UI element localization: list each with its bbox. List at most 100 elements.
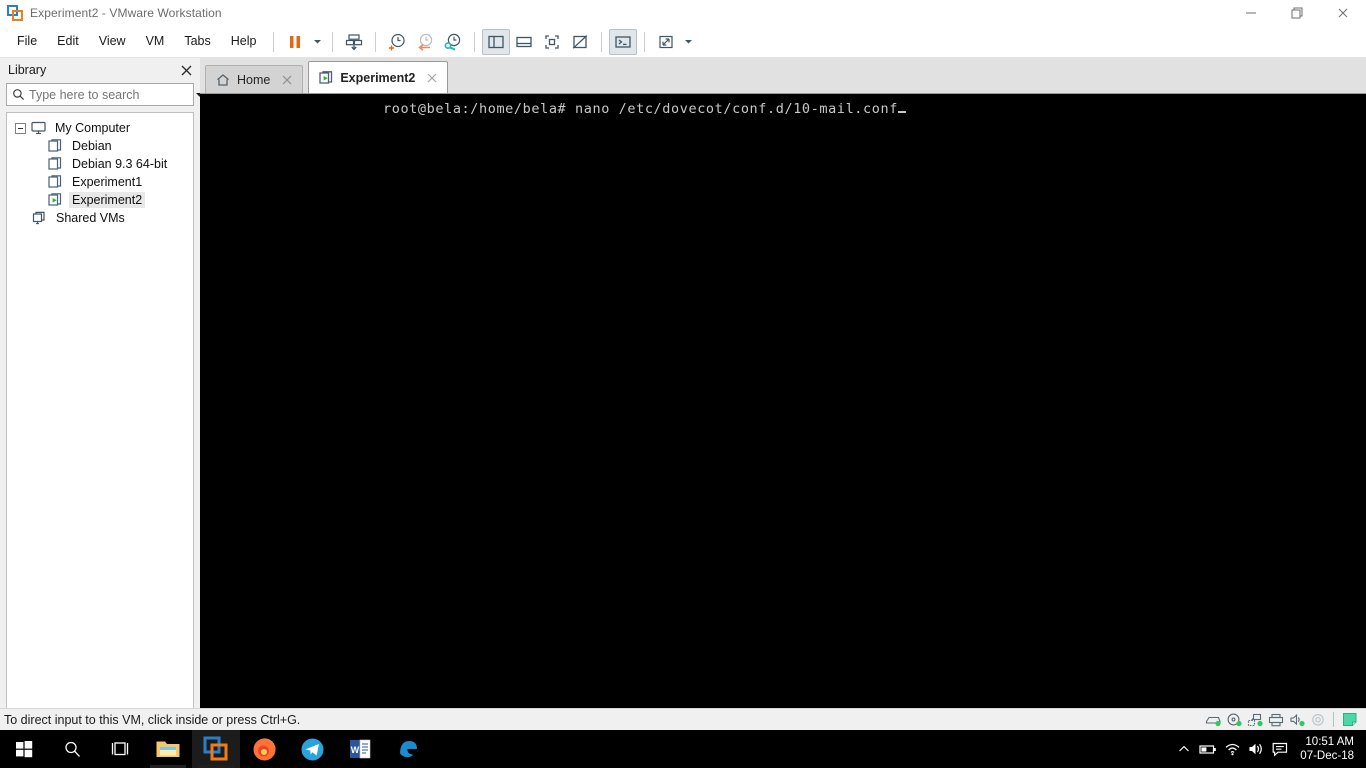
vm-console[interactable]: root@bela:/home/bela# nano /etc/dovecot/… xyxy=(200,94,1366,708)
terminal-cursor xyxy=(897,111,906,113)
speaker-icon xyxy=(1249,743,1262,755)
status-separator xyxy=(1333,712,1334,727)
stretch-dropdown[interactable] xyxy=(680,29,696,55)
device-status-icons xyxy=(1202,711,1366,729)
taskbar-edge[interactable] xyxy=(384,730,432,768)
home-icon xyxy=(216,72,232,88)
send-keys-icon xyxy=(346,33,363,50)
vmware-logo-icon xyxy=(203,736,228,761)
unity-mode-button[interactable] xyxy=(566,29,594,55)
search-input[interactable] xyxy=(29,87,190,102)
library-panel: Library Type here to search My Computer … xyxy=(0,58,203,712)
sound-card-status-icon[interactable] xyxy=(1286,711,1307,729)
revert-snapshot-button[interactable] xyxy=(411,29,439,55)
network-status-icon[interactable] xyxy=(1220,730,1244,768)
menu-help[interactable]: Help xyxy=(222,31,266,52)
tab-strip: Home Experiment2 xyxy=(200,58,1366,94)
terminal-prompt-line: root@bela:/home/bela# nano /etc/dovecot/… xyxy=(383,101,906,117)
printer-status-icon[interactable] xyxy=(1265,711,1286,729)
menu-view[interactable]: View xyxy=(90,31,135,52)
terminal-prompt-text: root@bela:/home/bela# nano /etc/dovecot/… xyxy=(383,101,898,117)
windows-taskbar: W 10:51 AM 07-Dec-18 xyxy=(0,730,1366,768)
tree-item-label: Debian 9.3 64-bit xyxy=(72,157,168,171)
vm-icon xyxy=(48,174,65,190)
svg-text:W: W xyxy=(351,745,360,755)
windows-logo-icon xyxy=(16,741,33,758)
close-button[interactable] xyxy=(1320,0,1366,26)
menu-toolbar: File Edit View VM Tabs Help xyxy=(0,26,1366,58)
search-taskbar-button[interactable] xyxy=(48,730,96,768)
menu-vm[interactable]: VM xyxy=(137,31,174,52)
take-snapshot-button[interactable] xyxy=(383,29,411,55)
manage-snapshots-button[interactable] xyxy=(439,29,467,55)
search-icon xyxy=(64,741,80,757)
tree-item-experiment1[interactable]: Experiment1 xyxy=(7,173,193,191)
title-bar: Experiment2 - VMware Workstation xyxy=(0,0,1366,26)
vmware-workstation-window: Experiment2 - VMware Workstation File Ed… xyxy=(0,0,1366,768)
show-library-button[interactable] xyxy=(482,28,511,55)
cd-dvd-status-icon[interactable] xyxy=(1223,711,1244,729)
panel-bottom-icon xyxy=(516,36,533,47)
taskbar-firefox[interactable] xyxy=(240,730,288,768)
firefox-icon xyxy=(253,737,276,760)
menu-edit[interactable]: Edit xyxy=(48,31,88,52)
telegram-icon xyxy=(301,738,323,760)
task-view-button[interactable] xyxy=(96,730,144,768)
monitor-icon xyxy=(31,120,48,136)
tree-item-my-computer[interactable]: My Computer xyxy=(7,119,193,137)
vm-icon xyxy=(48,138,65,154)
send-ctrl-alt-del-button[interactable] xyxy=(340,29,368,55)
start-button[interactable] xyxy=(0,730,48,768)
suspend-button[interactable] xyxy=(281,29,309,55)
tree-item-shared-vms[interactable]: Shared VMs xyxy=(7,209,193,227)
wifi-icon xyxy=(1225,743,1240,756)
restore-button[interactable] xyxy=(1274,0,1320,26)
folder-icon xyxy=(156,741,180,757)
close-icon[interactable] xyxy=(423,69,441,87)
network-adapter-status-icon[interactable] xyxy=(1244,711,1265,729)
window-title: Experiment2 - VMware Workstation xyxy=(30,6,222,20)
volume-status-icon[interactable] xyxy=(1244,730,1268,768)
vm-running-icon xyxy=(319,70,335,86)
clock-time: 10:51 AM xyxy=(1305,736,1354,748)
tree-item-label: My Computer xyxy=(55,121,131,135)
fullscreen-button[interactable] xyxy=(538,29,566,55)
taskbar-clock[interactable]: 10:51 AM 07-Dec-18 xyxy=(1292,730,1366,768)
taskbar-file-explorer[interactable] xyxy=(144,730,192,768)
toolbar-separator xyxy=(474,31,476,52)
collapse-expander-icon[interactable] xyxy=(15,122,26,134)
message-log-icon[interactable] xyxy=(1339,711,1360,729)
menu-tabs[interactable]: Tabs xyxy=(175,31,219,52)
tab-home[interactable]: Home xyxy=(205,65,304,93)
word-icon: W xyxy=(350,739,371,759)
tree-item-debian[interactable]: Debian xyxy=(7,137,193,155)
hard-disk-status-icon[interactable] xyxy=(1202,711,1223,729)
usb-status-icon[interactable] xyxy=(1307,711,1328,729)
pause-icon xyxy=(290,35,301,48)
taskbar-telegram[interactable] xyxy=(288,730,336,768)
power-dropdown[interactable] xyxy=(309,29,325,55)
action-center-button[interactable] xyxy=(1268,730,1292,768)
console-view-button[interactable] xyxy=(609,28,638,55)
stretch-guest-button[interactable] xyxy=(652,29,680,55)
library-search-box[interactable] xyxy=(6,83,203,106)
close-icon[interactable] xyxy=(178,62,194,78)
snapshot-manage-icon xyxy=(445,33,461,51)
toolbar-separator xyxy=(332,31,334,52)
tab-experiment2[interactable]: Experiment2 xyxy=(308,61,449,93)
taskbar-vmware-workstation[interactable] xyxy=(192,730,240,768)
tree-item-debian-93-64-bit[interactable]: Debian 9.3 64-bit xyxy=(7,155,193,173)
tree-item-experiment2[interactable]: Experiment2 xyxy=(7,191,193,209)
toolbar-separator xyxy=(601,31,603,52)
menu-file[interactable]: File xyxy=(8,31,46,52)
taskbar-word[interactable]: W xyxy=(336,730,384,768)
tab-label: Home xyxy=(237,72,271,87)
minimize-button[interactable] xyxy=(1228,0,1274,26)
battery-status-icon[interactable] xyxy=(1196,730,1220,768)
show-hidden-icons-button[interactable] xyxy=(1172,730,1196,768)
battery-icon xyxy=(1199,745,1217,754)
show-thumbnail-bar-button[interactable] xyxy=(510,29,538,55)
chevron-down-icon xyxy=(684,40,692,44)
vm-library-tree[interactable]: My Computer Debian Debian 9.3 64-bit Exp… xyxy=(6,112,194,712)
close-icon[interactable] xyxy=(278,71,296,89)
